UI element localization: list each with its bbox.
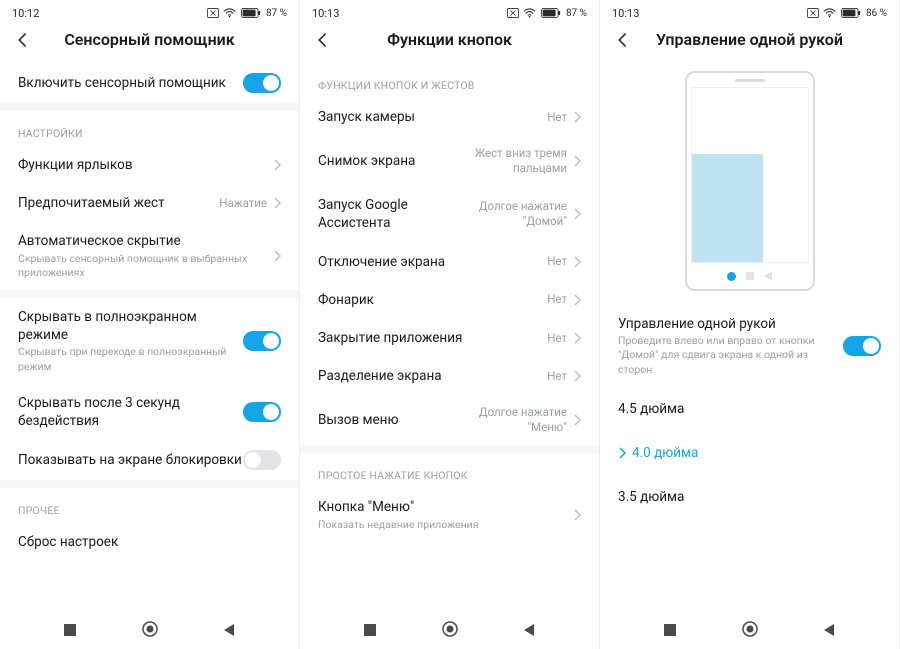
nav-home[interactable]	[441, 620, 459, 642]
item-call-menu[interactable]: Вызов меню Долгое нажатие "Меню"	[300, 395, 599, 445]
chevron-right-icon	[573, 111, 581, 123]
section-header-simple-press: ПРОСТОЕ НАЖАТИЕ КНОПОК	[300, 453, 599, 488]
item-enable-assistant[interactable]: Включить сенсорный помощник	[0, 63, 299, 103]
item-screenshot[interactable]: Снимок экрана Жест вниз тремя пальцами	[300, 136, 599, 186]
size-option-3-5[interactable]: 3.5 дюйма	[600, 475, 899, 519]
page-title: Управление одной рукой	[614, 30, 885, 49]
content: Включить сенсорный помощник НАСТРОЙКИ Фу…	[0, 63, 299, 649]
item-close-app[interactable]: Закрытие приложения Нет	[300, 319, 599, 357]
nav-recents[interactable]	[663, 622, 677, 641]
content: ФУНКЦИИ КНОПОК И ЖЕСТОВ Запуск камеры Не…	[300, 63, 599, 649]
section-header-functions: ФУНКЦИИ КНОПОК И ЖЕСТОВ	[300, 63, 599, 98]
nav-back[interactable]	[822, 622, 836, 641]
chevron-right-icon	[573, 256, 581, 268]
status-icons: 87 %	[207, 8, 287, 19]
item-menu-button[interactable]: Кнопка "Меню" Показать недавние приложен…	[300, 488, 599, 541]
chevron-right-icon	[273, 159, 281, 171]
toggle-hide-3s[interactable]	[243, 402, 281, 422]
item-one-handed[interactable]: Управление одной рукой Проведите влево и…	[600, 305, 899, 387]
nav-bar	[300, 613, 599, 649]
chevron-right-icon	[573, 414, 581, 426]
chevron-right-icon	[573, 294, 581, 306]
item-split-screen[interactable]: Разделение экрана Нет	[300, 357, 599, 395]
screen-button-functions: 10:13 87 % Функции кнопок ФУНКЦИИ КНОПОК…	[300, 0, 600, 649]
voice-off-icon	[207, 8, 219, 18]
chevron-right-icon	[573, 370, 581, 382]
section-header-settings: НАСТРОЙКИ	[0, 111, 299, 146]
chevron-right-icon	[273, 197, 281, 209]
illustration-recents-icon	[746, 272, 754, 280]
toggle-enable[interactable]	[243, 73, 281, 93]
battery-percent: 87 %	[266, 8, 287, 19]
header: Управление одной рукой	[600, 22, 899, 63]
screen-one-handed: 10:13 86 % Управление одной рукой Управл…	[600, 0, 900, 649]
wifi-icon	[523, 8, 536, 18]
battery-icon	[240, 8, 262, 18]
item-shortcut-functions[interactable]: Функции ярлыков	[0, 146, 299, 184]
nav-back[interactable]	[222, 622, 236, 641]
item-hide-after-3s[interactable]: Скрывать после 3 секунд бездействия	[0, 384, 299, 440]
voice-off-icon	[807, 8, 819, 18]
nav-home[interactable]	[741, 620, 759, 642]
header: Функции кнопок	[300, 22, 599, 63]
header: Сенсорный помощник	[0, 22, 299, 63]
status-icons: 87 %	[507, 8, 587, 19]
wifi-icon	[223, 8, 236, 18]
item-launch-camera[interactable]: Запуск камеры Нет	[300, 98, 599, 136]
item-reset[interactable]: Сброс настроек	[0, 523, 299, 561]
nav-recents[interactable]	[63, 622, 77, 641]
illustration-back-icon	[764, 271, 772, 281]
chevron-right-icon	[573, 509, 581, 521]
item-flashlight[interactable]: Фонарик Нет	[300, 281, 599, 319]
item-google-assistant[interactable]: Запуск Google Ассистента Долгое нажатие …	[300, 186, 599, 242]
illustration-home-icon	[727, 272, 736, 281]
battery-percent: 86 %	[866, 8, 887, 19]
toggle-one-handed[interactable]	[843, 336, 881, 356]
section-header-other: ПРОЧЕЕ	[0, 488, 299, 523]
toggle-hide-fullscreen[interactable]	[243, 331, 281, 351]
chevron-right-icon	[573, 332, 581, 344]
nav-home[interactable]	[141, 620, 159, 642]
size-option-4-5[interactable]: 4.5 дюйма	[600, 387, 899, 431]
item-hide-fullscreen[interactable]: Скрывать в полноэкранном режиме Скрывать…	[0, 298, 299, 384]
screen-touch-assistant: 10:12 87 % Сенсорный помощник Включить с…	[0, 0, 300, 649]
status-time: 10:12	[12, 7, 39, 20]
item-screen-off[interactable]: Отключение экрана Нет	[300, 243, 599, 281]
status-time: 10:13	[312, 7, 339, 20]
item-auto-hide[interactable]: Автоматическое скрытие Скрывать сенсорны…	[0, 222, 299, 290]
chevron-right-icon	[573, 208, 581, 220]
nav-bar	[600, 613, 899, 649]
content: Управление одной рукой Проведите влево и…	[600, 63, 899, 649]
nav-bar	[0, 613, 299, 649]
phone-illustration	[685, 71, 815, 291]
battery-icon	[840, 8, 862, 18]
chevron-right-icon	[273, 250, 281, 262]
nav-recents[interactable]	[363, 622, 377, 641]
toggle-lockscreen[interactable]	[243, 450, 281, 470]
size-option-4-0[interactable]: 4.0 дюйма	[600, 431, 899, 475]
status-time: 10:13	[612, 7, 639, 20]
item-show-lockscreen[interactable]: Показывать на экране блокировки	[0, 440, 299, 480]
status-bar: 10:12 87 %	[0, 0, 299, 22]
nav-back[interactable]	[522, 622, 536, 641]
item-preferred-gesture[interactable]: Предпочитаемый жест Нажатие	[0, 184, 299, 222]
status-icons: 86 %	[807, 8, 887, 19]
page-title: Функции кнопок	[314, 30, 585, 49]
wifi-icon	[823, 8, 836, 18]
voice-off-icon	[507, 8, 519, 18]
chevron-right-icon	[573, 155, 581, 167]
battery-icon	[540, 8, 562, 18]
status-bar: 10:13 86 %	[600, 0, 899, 22]
page-title: Сенсорный помощник	[14, 30, 285, 49]
status-bar: 10:13 87 %	[300, 0, 599, 22]
battery-percent: 87 %	[566, 8, 587, 19]
